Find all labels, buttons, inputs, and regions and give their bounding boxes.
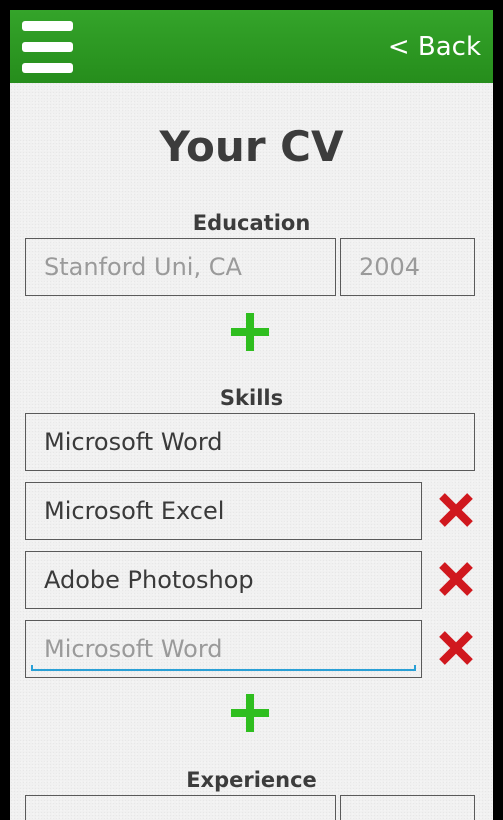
input-focus-underline: [31, 669, 416, 671]
input-focus-tick-right: [414, 665, 416, 671]
page-title: Your CV: [159, 122, 344, 171]
back-button[interactable]: < Back: [388, 30, 481, 64]
remove-skill-4-x-icon[interactable]: [438, 630, 474, 666]
education-school-input[interactable]: [25, 238, 336, 296]
experience-company-input[interactable]: [25, 795, 336, 820]
input-focus-tick-left: [31, 665, 33, 671]
add-education-plus-icon[interactable]: [231, 313, 269, 351]
education-year-input[interactable]: [340, 238, 475, 296]
top-bar: < Back: [10, 10, 493, 83]
app-screen: < Back Your CV Education Skills: [10, 10, 493, 820]
experience-year-input[interactable]: [340, 795, 475, 820]
education-section-title: Education: [192, 211, 311, 235]
remove-skill-3-x-icon[interactable]: [438, 561, 474, 597]
skill-input-2[interactable]: [25, 482, 422, 540]
add-skill-plus-icon[interactable]: [231, 694, 269, 732]
device-frame: < Back Your CV Education Skills: [0, 0, 503, 820]
skill-input-3[interactable]: [25, 551, 422, 609]
experience-section-title: Experience: [186, 768, 317, 792]
remove-skill-2-x-icon[interactable]: [438, 492, 474, 528]
skills-section-title: Skills: [219, 386, 284, 410]
skill-input-1[interactable]: [25, 413, 475, 471]
hamburger-menu-icon[interactable]: [22, 21, 73, 73]
